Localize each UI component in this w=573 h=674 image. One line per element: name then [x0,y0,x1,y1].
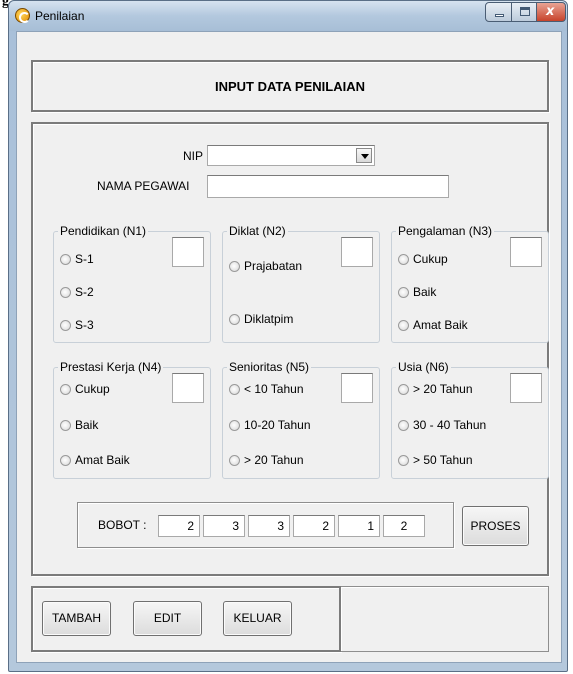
panel-title-pengalaman: Pengalaman (N3) [396,224,495,238]
bobot-label: BOBOT : [98,518,147,532]
radio-icon[interactable] [60,287,71,298]
radio-icon[interactable] [60,384,71,395]
radio-icon[interactable] [398,384,409,395]
radio-icon[interactable] [229,261,240,272]
close-icon: x [546,4,555,19]
bobot-n5-field[interactable]: 1 [338,515,380,537]
radio-icon[interactable] [398,254,409,265]
radio-icon[interactable] [60,420,71,431]
bobot-n3-field[interactable]: 3 [248,515,290,537]
nama-pegawai-field[interactable] [207,175,449,198]
app-icon [15,8,30,23]
radio-icon[interactable] [229,384,240,395]
nip-label: NIP [183,149,204,163]
panel-usia: Usia (N6) > 20 Tahun 30 - 40 Tahun > 50 … [391,360,549,479]
panel-title-pendidikan: Pendidikan (N1) [58,224,149,238]
chevron-down-icon[interactable] [356,148,372,163]
penilaian-window: Penilaian x INPUT DATA PENILAIAN NIP NAM… [8,0,568,672]
close-button[interactable]: x [536,2,566,22]
footer-buttons-groupbox: TAMBAH EDIT KELUAR [31,586,341,652]
nilai-n1-field[interactable] [172,237,204,267]
radio-icon[interactable] [398,320,409,331]
maximize-icon [520,7,530,16]
proses-button[interactable]: PROSES [462,506,529,546]
panel-title-diklat: Diklat (N2) [227,224,288,238]
panel-prestasi-kerja: Prestasi Kerja (N4) Cukup Baik Amat Baik [53,360,211,479]
panel-title-prestasi: Prestasi Kerja (N4) [58,360,164,374]
nilai-n4-field[interactable] [172,373,204,403]
panel-diklat: Diklat (N2) Prajabatan Diklatpim [222,224,380,343]
bobot-groupbox: BOBOT : 2 3 3 2 1 2 [77,502,454,548]
header-groupbox: INPUT DATA PENILAIAN [31,60,549,112]
bobot-n1-field[interactable]: 2 [158,515,200,537]
minimize-button[interactable] [485,2,512,22]
radio-icon[interactable] [229,420,240,431]
page-title: INPUT DATA PENILAIAN [215,79,365,94]
radio-icon[interactable] [60,254,71,265]
footer-empty-groupbox [341,586,549,652]
radio-icon[interactable] [229,314,240,325]
panel-pendidikan: Pendidikan (N1) S-1 S-2 S-3 [53,224,211,343]
nilai-n6-field[interactable] [510,373,542,403]
nilai-n3-field[interactable] [510,237,542,267]
title-bar[interactable]: Penilaian x [9,1,567,31]
panel-title-senioritas: Senioritas (N5) [227,360,312,374]
panel-pengalaman: Pengalaman (N3) Cukup Baik Amat Baik [391,224,549,343]
nip-combobox[interactable] [207,145,375,166]
radio-icon[interactable] [60,320,71,331]
maximize-button[interactable] [511,2,537,22]
bobot-n4-field[interactable]: 2 [293,515,335,537]
window-title: Penilaian [35,9,85,23]
minimize-icon [495,14,504,17]
radio-icon[interactable] [60,455,71,466]
edit-button[interactable]: EDIT [133,601,202,636]
radio-icon[interactable] [398,287,409,298]
radio-icon[interactable] [398,455,409,466]
radio-icon[interactable] [229,455,240,466]
nilai-n2-field[interactable] [341,237,373,267]
radio-icon[interactable] [398,420,409,431]
panel-title-usia: Usia (N6) [396,360,451,374]
tambah-button[interactable]: TAMBAH [42,601,111,636]
panel-senioritas: Senioritas (N5) < 10 Tahun 10-20 Tahun >… [222,360,380,479]
bobot-n6-field[interactable]: 2 [383,515,425,537]
nama-pegawai-label: NAMA PEGAWAI [97,179,190,193]
bobot-n2-field[interactable]: 3 [203,515,245,537]
form-client-area: INPUT DATA PENILAIAN NIP NAMA PEGAWAI Pe… [16,31,562,663]
nilai-n5-field[interactable] [341,373,373,403]
keluar-button[interactable]: KELUAR [223,601,292,636]
